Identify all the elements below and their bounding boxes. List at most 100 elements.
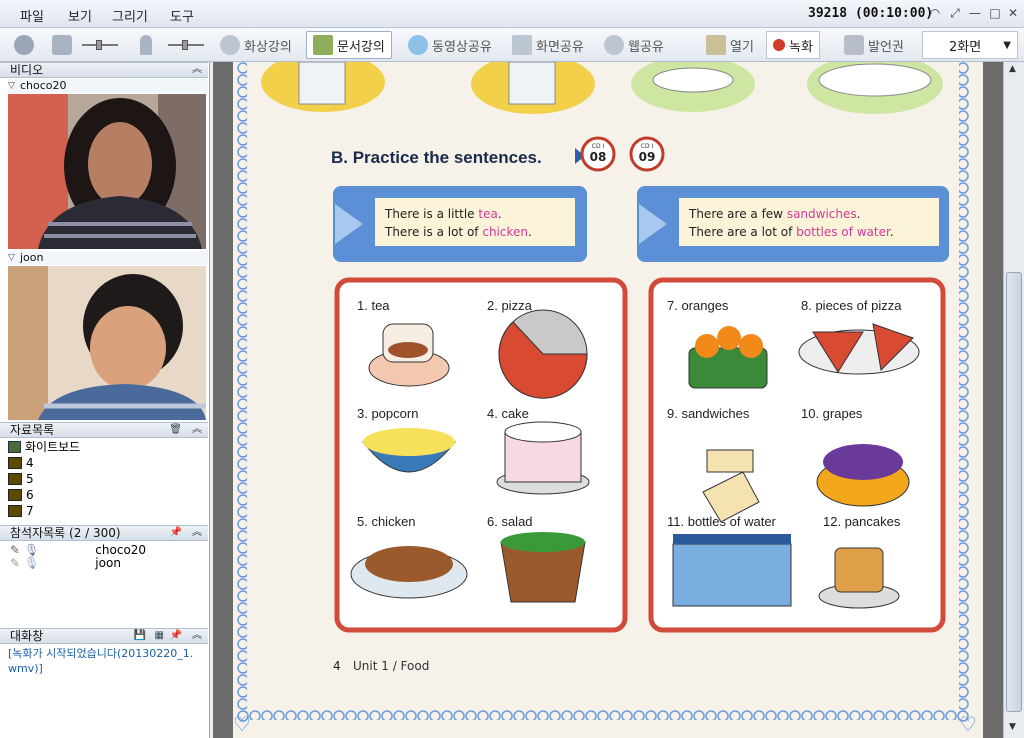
food-label: 6. salad <box>487 514 533 529</box>
web-share-button[interactable]: 웹공유 <box>598 31 670 59</box>
file-icon <box>8 505 22 517</box>
maximize-button[interactable]: □ <box>988 6 1002 20</box>
food-label: 2. pizza <box>487 298 533 313</box>
screen-share-button[interactable]: 화면공유 <box>506 31 590 59</box>
sentence-line: There are a few sandwiches. <box>688 207 860 221</box>
food-label: 12. pancakes <box>823 514 901 529</box>
page-number: 4 <box>333 659 341 673</box>
attendees-panel-title: 참석자목록 (2 / 300) <box>10 526 121 540</box>
record-label: 녹화 <box>789 39 813 55</box>
screen-share-label: 화면공유 <box>536 39 584 55</box>
resource-label: 6 <box>26 488 34 502</box>
resource-label: 4 <box>26 456 34 470</box>
chat-panel-title: 대화창 <box>10 629 44 643</box>
speak-right-label: 발언권 <box>868 39 904 55</box>
cake-illustration <box>496 421 590 495</box>
book-page: B. Practice the sentences. CD I 08 CD I … <box>233 62 983 738</box>
video-feed-choco20[interactable] <box>8 94 206 249</box>
web-share-label: 웹공유 <box>628 39 664 55</box>
pin-icon[interactable]: 📌 <box>170 526 182 540</box>
pizza-illustration <box>498 309 588 399</box>
attendee-row[interactable]: ✎ 🎙 joon <box>10 555 200 571</box>
resources-panel-header: 자료목록 🗑 ︽ <box>0 422 208 438</box>
food-label: 3. popcorn <box>357 406 418 421</box>
food-label: 1. tea <box>357 298 390 313</box>
speaker-icon[interactable] <box>46 31 78 59</box>
document-icon <box>313 35 333 55</box>
video-share-button[interactable]: 동영상공유 <box>402 31 498 59</box>
scroll-down-icon[interactable]: ▼ <box>1009 722 1016 732</box>
globe-icon <box>604 35 624 55</box>
fullscreen-icon[interactable]: ⤢ <box>948 6 962 20</box>
close-button[interactable]: ✕ <box>1006 6 1020 20</box>
hand-icon <box>844 35 864 55</box>
vertical-scrollbar[interactable]: ▲ ▼ <box>1003 62 1024 738</box>
food-label: 10. grapes <box>801 406 863 421</box>
menu-tools[interactable]: 도구 <box>170 6 194 25</box>
screen-mode-dropdown[interactable]: 2화면 ▼ <box>922 31 1018 59</box>
palette-icon[interactable]: ▦ <box>155 629 164 643</box>
wifi-icon: ◠ <box>929 6 941 20</box>
food-label: 9. sandwiches <box>667 406 750 421</box>
microphone-icon[interactable] <box>134 31 158 59</box>
cd-track: 09 <box>639 150 656 164</box>
resources-panel-title: 자료목록 <box>10 423 55 437</box>
sentence-line: There is a little tea. <box>384 207 502 221</box>
chat-message: [녹화가 시작되었습니다(20130220_1.wmv)] <box>8 647 194 675</box>
session-timer: 39218 (00:10:00) <box>808 6 934 21</box>
scroll-up-icon[interactable]: ▲ <box>1009 64 1016 74</box>
video-user-label: joon <box>8 251 208 265</box>
unit-footer: Unit 1 / Food <box>353 659 429 673</box>
collapse-icon[interactable]: ︽ <box>192 63 202 77</box>
toolbar: 화상강의 문서강의 동영상공유 화면공유 웹공유 열기 녹화 발언권 2화면 ▼ <box>0 28 1024 62</box>
whiteboard-icon <box>8 441 21 453</box>
screen-mode-value: 2화면 <box>949 39 982 55</box>
record-button[interactable]: 녹화 <box>766 31 820 59</box>
grapes-illustration <box>816 444 910 507</box>
open-label: 열기 <box>730 39 754 55</box>
trash-icon[interactable]: 🗑 <box>169 423 182 437</box>
resource-item-whiteboard[interactable]: 화이트보드 <box>8 439 80 455</box>
resource-item[interactable]: 6 <box>8 487 34 503</box>
video-feed-joon[interactable] <box>8 266 206 420</box>
attendee-name: joon <box>95 556 121 570</box>
pencil-icon: ✎ <box>10 556 21 570</box>
sentence-line: There is a lot of chicken. <box>384 225 532 239</box>
resource-item[interactable]: 5 <box>8 471 34 487</box>
minimize-button[interactable]: — <box>968 6 982 20</box>
scrollbar-thumb[interactable] <box>1006 272 1022 712</box>
menu-view[interactable]: 보기 <box>68 6 92 25</box>
salad-illustration <box>500 532 586 603</box>
video-lecture-label: 화상강의 <box>244 39 292 55</box>
menu-file[interactable]: 파일 <box>20 6 44 25</box>
document-viewer[interactable]: B. Practice the sentences. CD I 08 CD I … <box>213 62 1003 738</box>
collapse-icon[interactable]: ︽ <box>192 526 202 540</box>
webcam-icon[interactable] <box>8 31 40 59</box>
resource-label: 7 <box>26 504 34 518</box>
heart-icon: ♡ <box>233 712 251 736</box>
open-button[interactable]: 열기 <box>700 31 760 59</box>
video-share-label: 동영상공유 <box>432 39 492 55</box>
doc-lecture-label: 문서강의 <box>337 39 385 55</box>
collapse-icon[interactable]: ︽ <box>192 629 202 643</box>
speaker-volume-slider[interactable] <box>82 40 118 50</box>
water-bottles-illustration <box>672 534 792 607</box>
practice-heading: B. Practice the sentences. <box>331 148 542 167</box>
file-icon <box>8 489 22 501</box>
video-lecture-button[interactable]: 화상강의 <box>214 31 298 59</box>
video-panel-header: 비디오 ︽ <box>0 62 208 78</box>
resource-item[interactable]: 7 <box>8 503 34 519</box>
collapse-icon[interactable]: ︽ <box>192 423 202 437</box>
monitor-icon <box>512 35 532 55</box>
record-icon <box>773 39 785 51</box>
food-label: 5. chicken <box>357 514 416 529</box>
speak-right-button[interactable]: 발언권 <box>838 31 910 59</box>
save-icon[interactable]: 💾 <box>134 629 146 643</box>
menu-draw[interactable]: 그리기 <box>112 6 148 25</box>
mic-volume-slider[interactable] <box>168 40 204 50</box>
pin-icon[interactable]: 📌 <box>170 629 182 643</box>
doc-lecture-button[interactable]: 문서강의 <box>306 31 392 59</box>
person-icon <box>220 35 240 55</box>
resource-item[interactable]: 4 <box>8 455 34 471</box>
resource-label: 화이트보드 <box>25 440 81 454</box>
